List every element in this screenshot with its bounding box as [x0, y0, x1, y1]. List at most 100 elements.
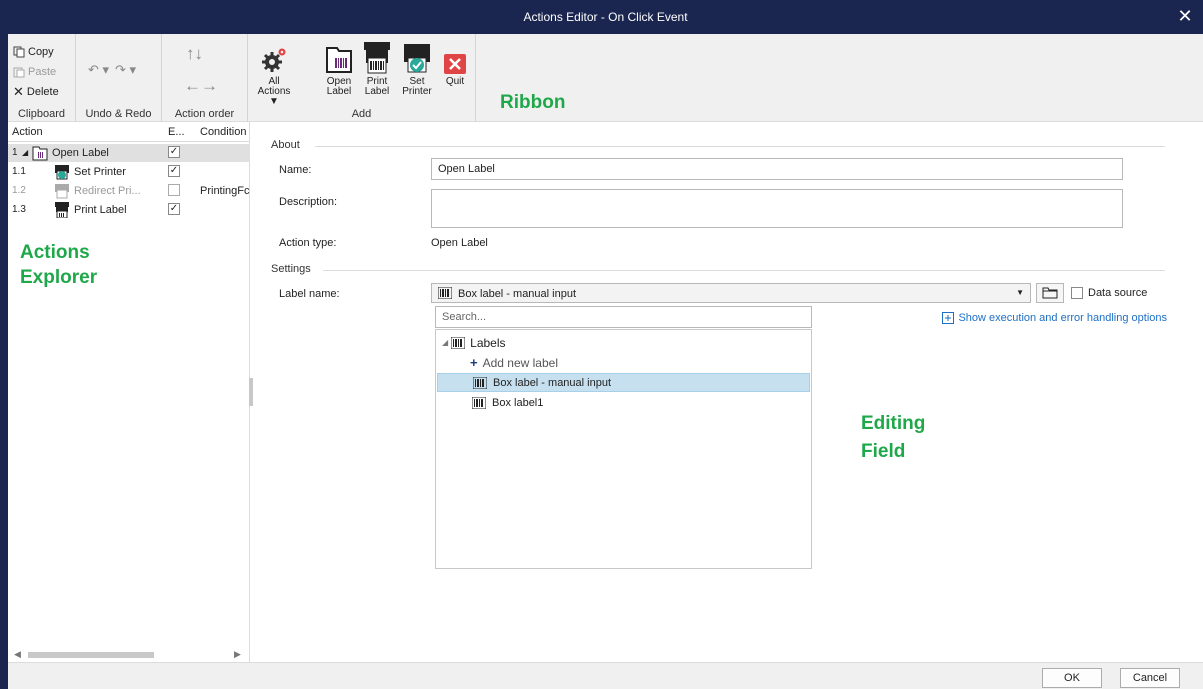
tree-item-label: Box label - manual input	[493, 376, 612, 389]
tree-item-box-label-manual-input[interactable]: Box label - manual input	[437, 373, 810, 392]
print-label-button[interactable]: Print Label	[360, 40, 394, 97]
barcode-icon	[473, 376, 487, 389]
close-icon[interactable]: ✕	[1175, 6, 1195, 26]
name-label: Name:	[279, 164, 312, 176]
action-type-value: Open Label	[431, 237, 488, 249]
gear-icon	[262, 48, 286, 72]
label-tree: ◢ Labels + Add new label Box label - man…	[435, 329, 812, 569]
explorer-header: Action E... Condition	[8, 122, 250, 142]
action-type-label: Action type:	[279, 237, 337, 249]
row-number: 1.3	[12, 204, 26, 215]
action-row-redirect-printing[interactable]: 1.2 Redirect Pri... PrintingFc	[8, 182, 250, 200]
add-icon: +	[470, 355, 478, 370]
scrollbar-thumb[interactable]	[28, 652, 154, 658]
copy-icon	[13, 46, 25, 58]
browse-folder-button[interactable]	[1036, 283, 1064, 303]
delete-icon: ✕	[13, 84, 24, 99]
dialog-footer: OK Cancel	[8, 662, 1203, 689]
add-group-label: Add	[351, 108, 372, 120]
collapse-icon[interactable]: ◢	[442, 338, 448, 347]
tree-root-label: Labels	[470, 335, 506, 350]
column-header-action[interactable]: Action	[12, 126, 43, 138]
explorer-horizontal-scrollbar[interactable]: ◀ ▶	[8, 648, 250, 662]
undo-icon[interactable]: ↶ ▾	[88, 62, 109, 78]
clipboard-group: Copy Paste ✕ Delete Clipboard	[8, 34, 76, 122]
editing-field: About Name: Open Label Description: Acti…	[255, 122, 1203, 662]
enabled-checkbox[interactable]: ✓	[168, 146, 180, 158]
description-field[interactable]	[431, 189, 1123, 228]
column-header-condition[interactable]: Condition	[200, 126, 246, 138]
actions-editor-window: Actions Editor - On Click Event ✕ Copy P…	[0, 0, 1203, 689]
tree-item-box-label1[interactable]: Box label1	[472, 393, 543, 412]
row-number: 1	[12, 147, 18, 158]
row-number: 1.1	[12, 166, 26, 177]
move-right-icon[interactable]: →	[201, 76, 218, 95]
copy-button[interactable]: Copy	[13, 44, 54, 60]
add-new-label-text: Add new label	[482, 355, 558, 370]
pane-splitter[interactable]	[249, 378, 253, 406]
row-action-name: Print Label	[74, 204, 127, 216]
tree-node-labels[interactable]: ◢ Labels	[442, 333, 506, 352]
tree-item-label: Box label1	[492, 396, 544, 409]
quit-button[interactable]: Quit	[438, 40, 472, 87]
printer-icon	[55, 202, 69, 218]
collapse-icon[interactable]: ◢	[22, 148, 28, 157]
redo-icon[interactable]: ↷ ▾	[115, 62, 136, 78]
barcode-icon	[438, 287, 452, 299]
label-name-dropdown[interactable]: Box label - manual input ▼	[431, 283, 1031, 303]
row-action-name: Set Printer	[74, 166, 126, 178]
scroll-left-icon[interactable]: ◀	[14, 649, 21, 660]
open-label-icon	[32, 146, 48, 161]
add-new-label-item[interactable]: + Add new label	[470, 353, 558, 372]
action-row-set-printer[interactable]: 1.1 Set Printer ✓	[8, 163, 250, 181]
data-source-checkbox[interactable]	[1071, 287, 1083, 299]
action-row-print-label[interactable]: 1.3 Print Label ✓	[8, 201, 250, 219]
undo-redo-group-label: Undo & Redo	[85, 108, 152, 120]
editing-callout: Editing Field	[861, 410, 925, 466]
about-divider	[315, 146, 1165, 147]
paste-button[interactable]: Paste	[13, 64, 56, 80]
action-row-open-label[interactable]: 1 ◢ Open Label ✓	[8, 144, 250, 162]
copy-label: Copy	[28, 46, 54, 58]
move-down-icon[interactable]: ↓	[195, 44, 204, 63]
row-action-name: Redirect Pri...	[74, 185, 141, 197]
action-order-group: ↑↓ ←→ Action order	[162, 34, 248, 122]
ribbon-callout: Ribbon	[500, 92, 566, 113]
folder-icon	[1042, 287, 1058, 299]
actions-explorer: Action E... Condition 1 ◢ Open Label ✓ 1…	[8, 122, 250, 662]
enabled-checkbox[interactable]	[168, 184, 180, 196]
barcode-icon	[451, 336, 466, 349]
paste-label: Paste	[28, 66, 57, 78]
redirect-printing-icon	[55, 184, 69, 199]
open-label-button[interactable]: Open Label	[322, 40, 356, 97]
quit-label: Quit	[445, 76, 465, 87]
paste-icon	[13, 67, 25, 78]
scroll-right-icon[interactable]: ▶	[234, 649, 241, 660]
column-header-enabled[interactable]: E...	[168, 126, 185, 138]
enabled-checkbox[interactable]: ✓	[168, 165, 180, 177]
editing-callout-line-2: Field	[861, 441, 906, 462]
data-source-label: Data source	[1088, 287, 1148, 299]
add-group: All Actions ▼ Open Label Print Label Set…	[248, 34, 476, 122]
set-printer-button[interactable]: Set Printer	[400, 40, 434, 97]
undo-redo-group: ↶ ▾ ↷ ▾ Undo & Redo	[76, 34, 162, 122]
move-left-icon[interactable]: ←	[184, 76, 201, 95]
row-condition: PrintingFc	[200, 185, 250, 197]
title-bar: Actions Editor - On Click Event ✕	[8, 0, 1203, 34]
enabled-checkbox[interactable]: ✓	[168, 203, 180, 215]
ok-button[interactable]: OK	[1042, 668, 1102, 688]
open-label-label-2: Label	[326, 86, 352, 97]
printer-icon	[364, 42, 390, 74]
label-name-value: Box label - manual input	[458, 288, 577, 300]
window-title: Actions Editor - On Click Event	[523, 10, 688, 24]
cancel-button[interactable]: Cancel	[1120, 668, 1180, 688]
description-label: Description:	[279, 196, 338, 208]
all-actions-button[interactable]: All Actions ▼	[254, 40, 294, 107]
show-execution-options-link[interactable]: Show execution and error handling option…	[942, 312, 1167, 324]
move-up-icon[interactable]: ↑	[186, 44, 195, 63]
row-action-name: Open Label	[52, 147, 109, 159]
name-field[interactable]: Open Label	[431, 158, 1123, 180]
show-execution-options-label: Show execution and error handling option…	[958, 312, 1167, 324]
delete-button[interactable]: ✕ Delete	[13, 84, 59, 100]
label-search-input[interactable]: Search...	[435, 306, 812, 328]
